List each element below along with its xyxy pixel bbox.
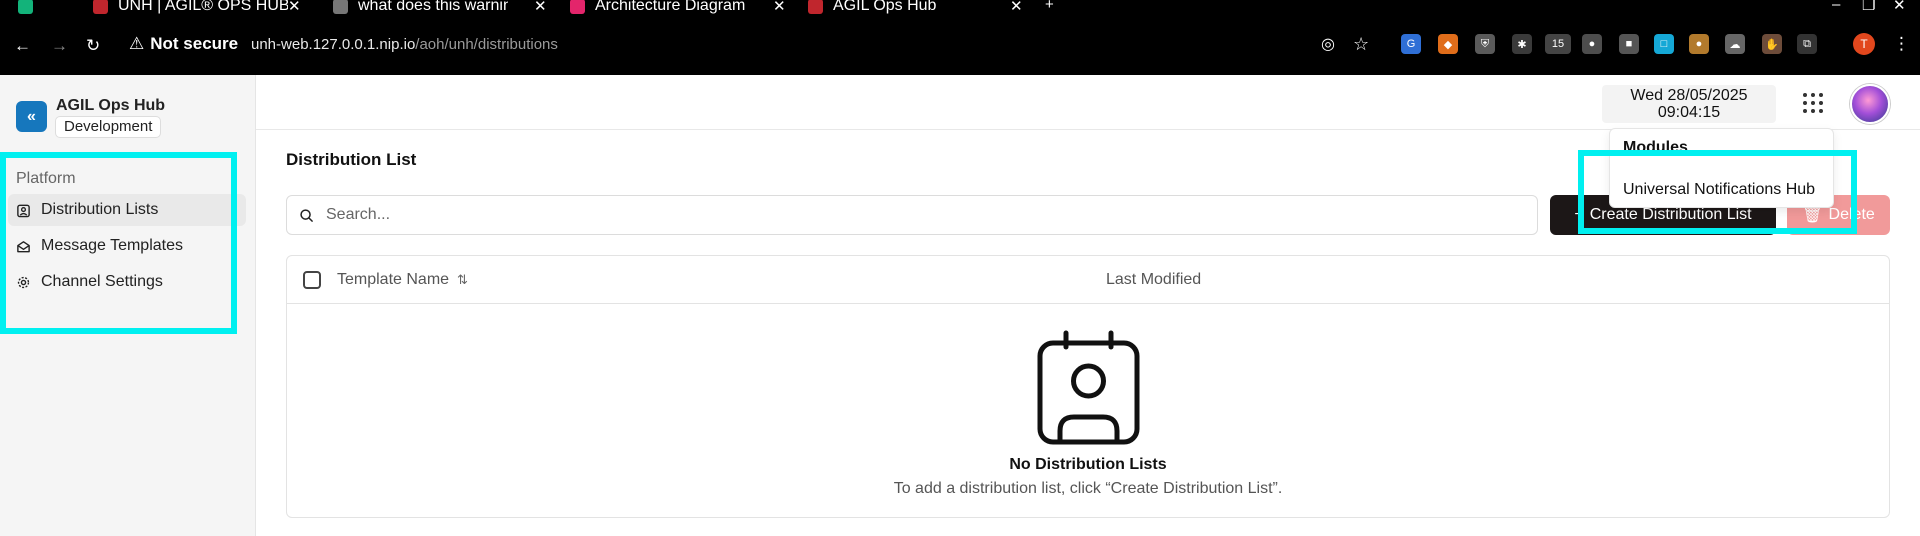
browser-tab-strip: UNH | AGIL® OPS HUB ✕ what does this war… [0,0,1920,17]
current-time: 09:04:15 [1657,104,1721,121]
browser-profile-avatar[interactable]: T [1853,33,1875,55]
table-header: Template Name ⇅ Last Modified [287,256,1889,304]
plus-icon: + [1574,206,1584,223]
current-date: Wed 28/05/2025 [1630,87,1748,104]
url-path: /aoh/unh/distributions [415,36,558,53]
tab-favicon-icon [93,0,108,14]
browser-tab-extension[interactable] [18,0,43,16]
tab-favicon-icon [333,0,348,14]
empty-state-title: No Distribution Lists [1009,456,1167,473]
sidebar: « AGIL Ops Hub Development Platform Dist… [0,75,256,536]
sidebar-item-distribution-lists[interactable]: Distribution Lists [8,194,246,226]
contact-card-icon [17,204,30,217]
url-host: unh-web.127.0.0.1.nip.io [251,36,416,53]
column-header-template-name[interactable]: Template Name ⇅ [337,271,468,289]
browser-menu-icon[interactable]: ⋮ [1893,35,1910,52]
module-item-universal-notifications-hub[interactable]: Universal Notifications Hub [1623,181,1815,199]
security-indicator[interactable]: ⚠ Not secure [129,34,238,54]
gear-extension-icon[interactable]: ✱ [1512,34,1532,54]
tab-title: UNH | AGIL® OPS HUB [118,0,288,14]
envelope-open-icon [17,240,30,252]
url-field[interactable]: unh-web.127.0.0.1.nip.io/aoh/unh/distrib… [251,36,558,53]
modules-dropdown: Modules Universal Notifications Hub [1609,128,1834,208]
empty-contact-card-icon [1037,330,1140,445]
square-extension-icon[interactable]: □ [1654,34,1674,54]
column-header-last-modified: Last Modified [1106,271,1202,288]
collapse-chevron-icon: « [27,107,36,125]
search-icon [300,208,313,222]
extension-badge-count: 15 [1551,38,1565,50]
tab-close-icon[interactable]: ✕ [773,0,786,15]
puzzle-extensions-icon[interactable]: ⧉ [1797,34,1817,54]
restore-icon[interactable]: ❐ [1862,0,1875,14]
tab-favicon-icon [570,0,585,14]
cookie-extension-icon[interactable]: ● [1689,34,1709,54]
create-button-label: Create Distribution List [1589,206,1752,223]
bookmark-star-icon[interactable]: ☆ [1353,35,1369,53]
tab-title: Architecture Diagram [595,0,745,14]
security-label: Not secure [150,34,239,53]
eye-slash-icon[interactable]: ◎ [1321,36,1335,53]
reload-icon[interactable]: ↻ [86,37,100,54]
sidebar-item-label: Distribution Lists [41,201,159,218]
tab-close-icon[interactable]: ✕ [288,0,301,15]
refresh-extension-icon [18,0,33,14]
sidebar-item-message-templates[interactable]: Message Templates [8,230,246,262]
tab-close-icon[interactable]: ✕ [1010,0,1023,15]
gear-icon [17,276,30,288]
badge-extension-icon[interactable]: 15 [1545,34,1571,54]
forward-icon[interactable]: → [51,37,68,54]
sidebar-item-channel-settings[interactable]: Channel Settings [8,266,246,298]
tab-title: AGIL Ops Hub [833,0,937,14]
minimize-icon[interactable]: – [1832,0,1840,13]
select-all-checkbox[interactable] [303,271,321,289]
cloud-extension-icon[interactable]: ☁ [1725,34,1745,54]
distribution-list-table: Template Name ⇅ Last Modified No Distrib… [286,255,1890,518]
close-window-icon[interactable]: ✕ [1893,0,1906,14]
shield-extension-icon[interactable]: ⛨ [1475,34,1495,54]
back-icon[interactable]: ← [14,37,31,54]
warning-icon: ⚠ [129,34,145,53]
page-title: Distribution List [286,150,417,169]
search-input[interactable] [326,206,1526,224]
app-name: AGIL Ops Hub [56,97,166,114]
tab-favicon-icon [808,0,823,14]
user-avatar[interactable] [1850,84,1890,124]
hand-extension-icon[interactable]: ✋ [1762,34,1782,54]
trash-icon: 🗑 [1802,207,1823,224]
address-bar: ← → ↻ ⚠ Not secure unh-web.127.0.0.1.nip… [0,17,1920,75]
tab-title: what does this warning [358,0,508,14]
translate-extension-icon[interactable]: G [1401,34,1421,54]
new-tab-icon[interactable]: + [1045,0,1054,13]
sort-icon[interactable]: ⇅ [457,272,468,288]
column-label: Template Name [337,271,450,288]
datetime-display: Wed 28/05/2025 09:04:15 [1602,85,1776,123]
collapse-sidebar-button[interactable]: « [16,101,47,132]
search-box[interactable] [286,195,1538,235]
profile-initial: T [1860,37,1868,51]
apps-grid-icon[interactable] [1803,93,1823,113]
glasses-extension-icon[interactable]: ● [1582,34,1602,54]
sidebar-section-label: Platform [16,170,76,187]
browser-tab[interactable]: what does this warning ✕ [333,0,547,16]
browser-tab[interactable]: Architecture Diagram ✕ [570,0,786,16]
camera-extension-icon[interactable]: ■ [1619,34,1639,54]
sidebar-item-label: Channel Settings [41,273,163,290]
sidebar-item-label: Message Templates [41,237,183,254]
empty-state-message: To add a distribution list, click “Creat… [893,480,1283,497]
modules-heading: Modules [1623,139,1688,156]
tab-close-icon[interactable]: ✕ [534,0,547,15]
browser-tab[interactable]: UNH | AGIL® OPS HUB ✕ [93,0,301,16]
browser-tab-active[interactable]: AGIL Ops Hub ✕ [808,0,1023,16]
environment-badge: Development [55,116,162,138]
delete-button-label: Delete [1828,206,1875,223]
fox-extension-icon[interactable]: ◆ [1438,34,1458,54]
